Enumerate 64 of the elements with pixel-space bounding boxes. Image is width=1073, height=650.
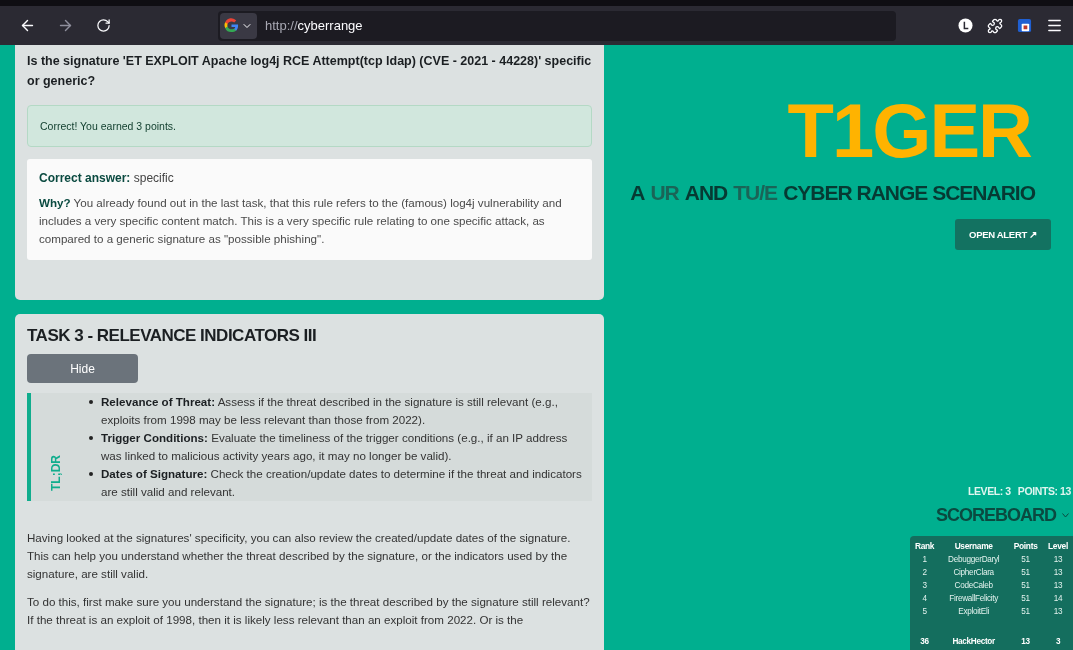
url-scheme: http:// (265, 18, 298, 33)
table-cell: 13 (1043, 566, 1073, 579)
points-text: POINTS: 13 (1017, 485, 1071, 497)
task-title: TASK 3 - RELEVANCE INDICATORS III (27, 326, 318, 346)
table-cell: 13 (1043, 579, 1073, 592)
paragraph-text: To do this, first make sure you understand the signature; is the threat described by the signature still relevant? If the threat is an exploit of 1998, then it is likely less relevant than an exploit from 2022. Or is the (27, 594, 591, 628)
subtitle-text: A (630, 181, 645, 205)
table-cell: 13 (1043, 605, 1073, 618)
shield-icon[interactable] (1017, 18, 1032, 33)
menu-icon[interactable] (1046, 17, 1063, 34)
table-cell: 2 (910, 566, 940, 579)
column-header: Username (939, 536, 1009, 553)
question-text: Is the signature 'ET EXPLOIT Apache log4j RCE Attempt(tcp ldap) (CVE - 2021 - 44228)' specific or generic? (27, 53, 592, 90)
table-cell: HackHector (939, 618, 1009, 650)
logo-text: T1GER (787, 89, 1031, 173)
paragraph-text: Having looked at the signatures' specificity, you can also review the created/update dates of the signature. This can help you understand whether the threat described by the signature, or the indicators used by the signature, are still valid. (27, 530, 572, 582)
correct-answer-text: Correct answer: specific (39, 171, 175, 185)
hide-button[interactable]: Hide (27, 354, 138, 383)
table-cell: 51 (1008, 605, 1043, 618)
subtitle-text: UR (650, 181, 679, 205)
table-cell: 51 (1008, 553, 1043, 566)
open-alert-button[interactable]: OPEN ALERT ↗ (955, 219, 1051, 250)
table-cell: 5 (910, 605, 940, 618)
search-engine-button[interactable] (220, 12, 257, 39)
url-host: cyberrange (297, 18, 363, 33)
column-header: Points (1008, 536, 1043, 553)
scoreboard-title: SCOREBOARD (936, 505, 1056, 526)
table-cell: 51 (1008, 579, 1043, 592)
table-cell: 13 (1008, 618, 1043, 650)
subtitle-text: AND (684, 181, 728, 205)
tldr-label: TL;DR (49, 455, 63, 491)
subtitle-text: CYBER RANGE SCENARIO (783, 181, 1035, 205)
table-cell: FirewallFelicity (939, 592, 1009, 605)
table-cell: 14 (1043, 592, 1073, 605)
bullet-text: Dates of Signature: Check the creation/update dates to determine if the threat and indicators are still valid and relevant. (101, 466, 583, 500)
reload-icon[interactable] (95, 18, 111, 33)
table-cell: 51 (1008, 566, 1043, 579)
table-cell: 4 (910, 592, 940, 605)
table-cell: 13 (1043, 553, 1073, 566)
chevron-down-icon[interactable] (1062, 513, 1069, 518)
table-cell: DebuggerDaryl (939, 553, 1009, 566)
google-icon (224, 18, 239, 33)
table-cell: CodeCaleb (939, 579, 1009, 592)
extensions-icon[interactable] (987, 17, 1003, 34)
table-cell: CipherClara (939, 566, 1009, 579)
column-header: Level (1043, 536, 1073, 553)
table-cell: 51 (1008, 592, 1043, 605)
address-bar[interactable]: http://cyberrange (218, 10, 896, 41)
explanation-text: Why? You already found out in the last task, that this rule refers to the (famous) log4j vulnerability and includes a very specific content match. This is a very specific rule relating to one specific attack, as compared to a generic signature as "possible phishing". (39, 195, 563, 247)
bullet-text: Relevance of Threat: Assess if the threat described in the signature is still relevant (e.g., exploits from 1998 may be less relevant than those from 2022). (101, 394, 559, 428)
bullet-icon (89, 436, 93, 440)
bullet-text: Trigger Conditions: Evaluate the timeliness of the trigger conditions (e.g., if an IP address was linked to malicious activity years ago, it may no longer be valid). (101, 430, 569, 464)
table-cell: 3 (1043, 618, 1073, 650)
column-header: Rank (910, 536, 940, 553)
table-cell: 3 (910, 579, 940, 592)
level-text: LEVEL: 3 (967, 485, 1011, 497)
table-cell: 1 (910, 553, 940, 566)
success-alert: Correct! You earned 3 points. (27, 105, 592, 147)
table-cell: ExploitEli (939, 605, 1009, 618)
subtitle-text: TU/E (733, 181, 778, 205)
bullet-icon (89, 400, 93, 404)
account-icon[interactable] (958, 18, 973, 33)
bullet-icon (89, 472, 93, 476)
table-cell: 36 (910, 618, 940, 650)
